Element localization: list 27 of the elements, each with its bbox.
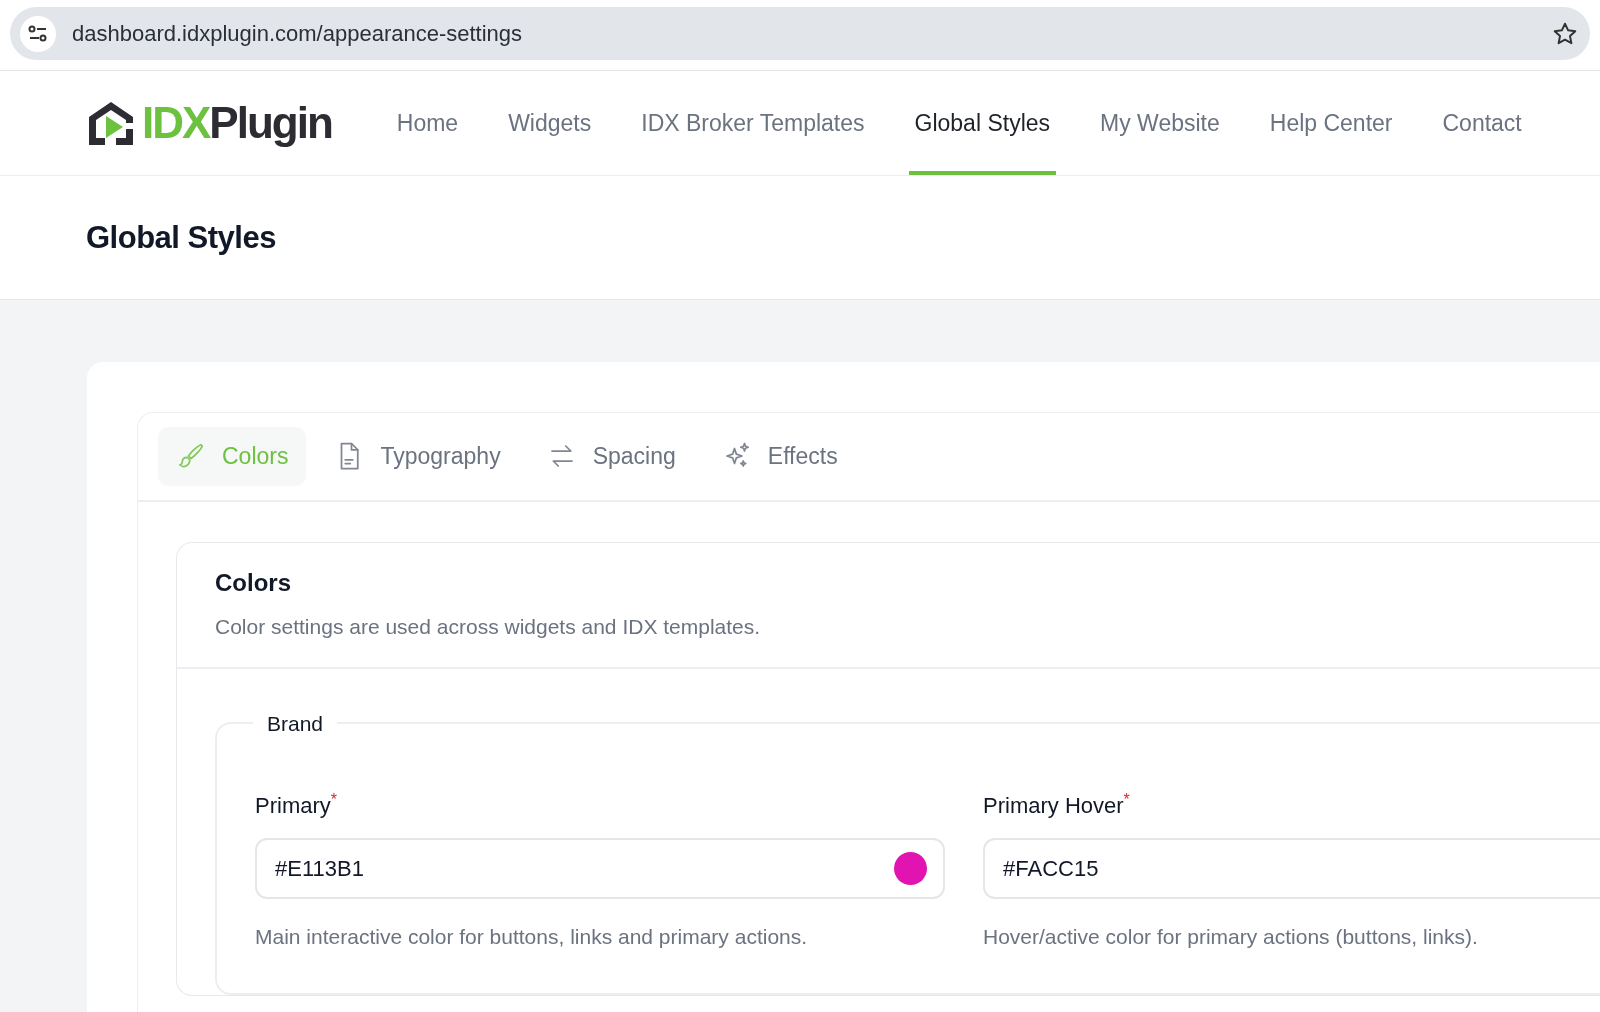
nav-link[interactable]: Home <box>390 71 465 175</box>
logo-text: IDXPlugin <box>142 97 332 149</box>
tab[interactable]: Spacing <box>528 427 694 486</box>
required-mark: * <box>330 790 337 808</box>
field-label: Primary$^{*}$ <box>255 789 338 821</box>
help-text: Hover/active color for primary actions (buttons, links). <box>983 924 1479 951</box>
url-text: dashboard.idxplugin.com/appearance-settings <box>72 20 524 48</box>
help-text: Main interactive color for buttons, links and primary actions. <box>255 924 809 951</box>
address-bar[interactable]: dashboard.idxplugin.com/appearance-settings <box>10 7 1590 60</box>
section-description: Color settings are used across widgets and IDX templates. <box>215 614 762 641</box>
field-label: Primary Hover$^{*}$ <box>983 789 1131 821</box>
nav-link[interactable]: Help Center <box>1263 71 1399 175</box>
tab[interactable]: Typography <box>316 427 519 486</box>
site-settings-icon[interactable] <box>20 15 56 52</box>
group-legend: Brand <box>253 712 338 734</box>
logo-icon <box>86 99 136 147</box>
required-mark: * <box>1123 790 1130 808</box>
bookmark-star-icon[interactable] <box>1552 20 1578 47</box>
tab[interactable]: Effects <box>703 427 856 486</box>
nav-link[interactable]: IDX Broker Templates <box>635 71 871 175</box>
nav-link[interactable]: My Website <box>1094 71 1226 175</box>
nav-link[interactable]: Widgets <box>502 71 598 175</box>
color-input-field[interactable]: #E113B1 <box>255 838 945 900</box>
page-title: Global Styles <box>86 218 276 257</box>
color-input-field[interactable]: #FACC15 <box>983 838 1600 900</box>
section-title: Colors <box>215 568 292 598</box>
nav-link[interactable]: Contact <box>1436 71 1528 175</box>
